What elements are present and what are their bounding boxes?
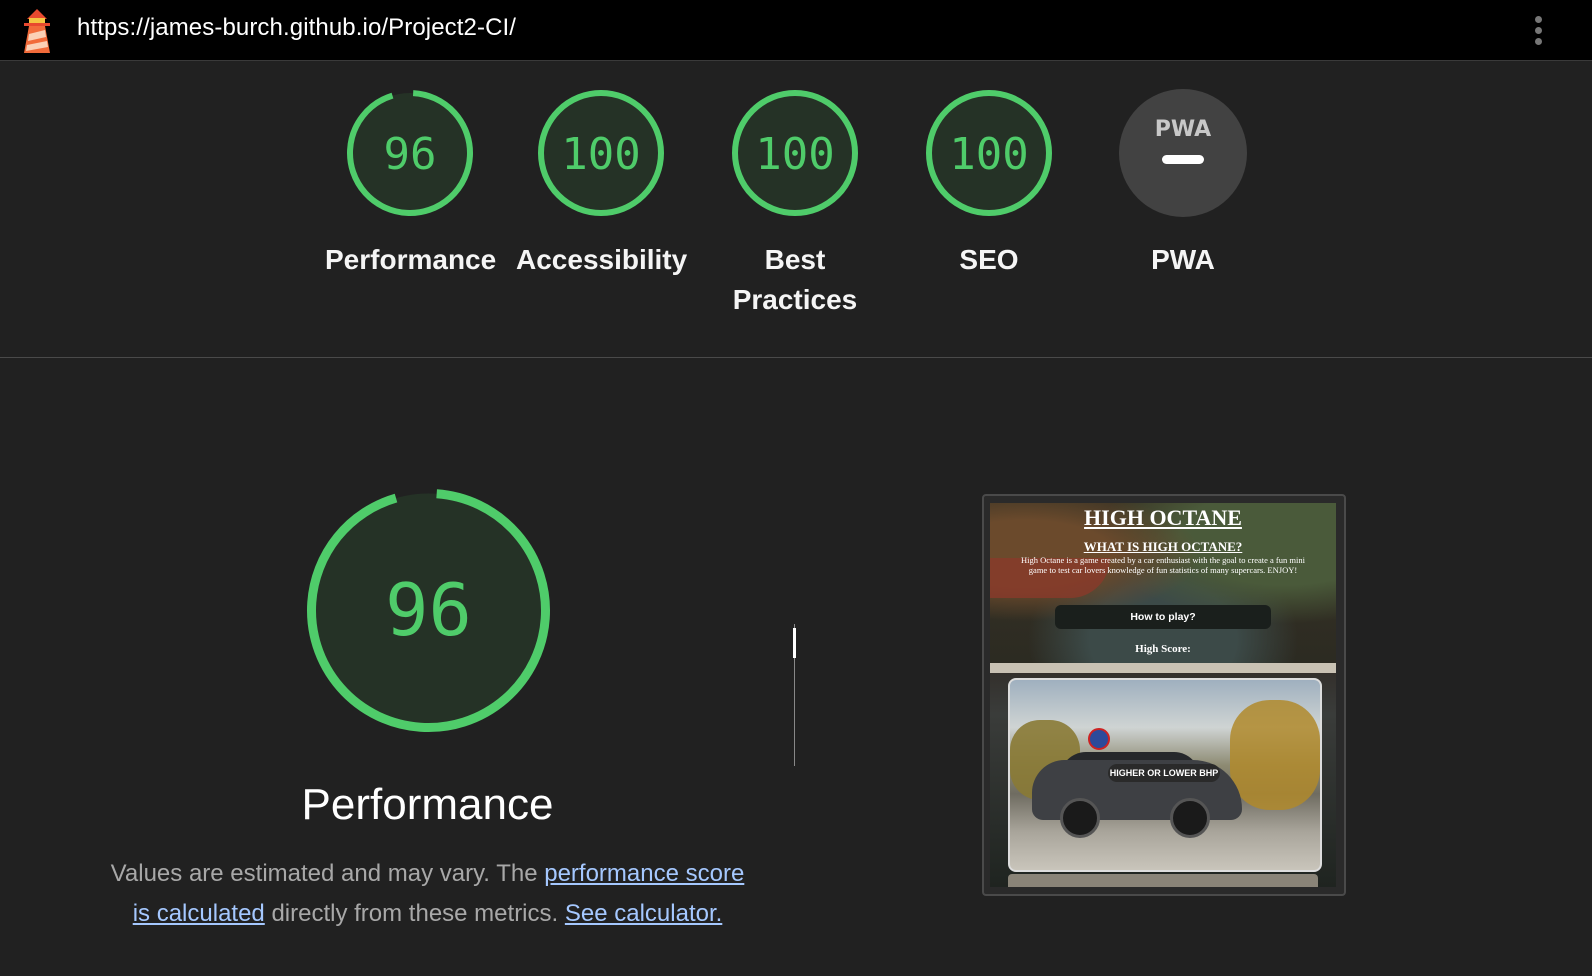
screenshot-how-to-play-button: How to play? bbox=[1055, 605, 1271, 629]
gauge-label: Accessibility bbox=[516, 244, 688, 275]
description-text: Values are estimated and may vary. The bbox=[110, 860, 545, 887]
screenshot-car-image: HIGHER OR LOWER BHP bbox=[1008, 678, 1322, 872]
screenshot-bottom-card bbox=[1008, 874, 1318, 887]
screenshot-game-button: HIGHER OR LOWER BHP bbox=[1108, 764, 1220, 782]
gauge-label: Performance bbox=[325, 244, 497, 275]
page-url: https://james-burch.github.io/Project2-C… bbox=[77, 14, 517, 41]
gauge-label-line: Best bbox=[764, 244, 826, 275]
gauge-label: Best Practices bbox=[710, 240, 880, 320]
gauge-score: 96 bbox=[384, 129, 437, 180]
screenshot-subtitle: WHAT IS HIGH OCTANE? bbox=[1083, 539, 1243, 554]
gauge-accessibility[interactable]: 100 Accessibility bbox=[516, 88, 688, 280]
performance-description: Values are estimated and may vary. The p… bbox=[100, 854, 755, 934]
screenshot-wheel bbox=[1170, 798, 1210, 838]
category-gauges: 96 Performance 100 Accessibility 100 Bes… bbox=[0, 62, 1592, 358]
gauge-score: 100 bbox=[949, 129, 1028, 180]
best-practices-gauge-ring: 100 bbox=[732, 90, 858, 216]
performance-score: 96 bbox=[385, 568, 472, 652]
gauge-pwa[interactable]: PWA PWA bbox=[1098, 88, 1268, 280]
gauge-label: PWA bbox=[1151, 244, 1215, 275]
pwa-badge-icon: PWA bbox=[1119, 89, 1247, 217]
gauge-best-practices[interactable]: 100 Best Practices bbox=[710, 88, 880, 320]
screenshot-bush bbox=[1230, 700, 1320, 810]
gauge-label: SEO bbox=[959, 244, 1019, 275]
gauge-score: 100 bbox=[755, 129, 834, 180]
screenshot-high-score: High Score: bbox=[1135, 643, 1191, 655]
gauge-label-line: Practices bbox=[732, 284, 858, 315]
text-cursor bbox=[793, 628, 796, 658]
gauge-performance[interactable]: 96 Performance bbox=[325, 88, 497, 280]
gauge-seo[interactable]: 100 SEO bbox=[904, 88, 1074, 280]
top-bar: https://james-burch.github.io/Project2-C… bbox=[0, 0, 1592, 61]
screenshot-wheel bbox=[1060, 798, 1100, 838]
gauge-score: 100 bbox=[561, 129, 640, 180]
pwa-badge-text: PWA bbox=[1155, 117, 1211, 142]
screenshot-body: High Octane is a game created by a car e… bbox=[1021, 555, 1305, 575]
seo-gauge-ring: 100 bbox=[926, 90, 1052, 216]
screenshot-sign bbox=[1088, 728, 1110, 750]
accessibility-gauge-ring: 100 bbox=[538, 90, 664, 216]
final-screenshot[interactable]: HIGH OCTANE WHAT IS HIGH OCTANE? High Oc… bbox=[990, 503, 1336, 887]
lighthouse-icon bbox=[24, 9, 50, 53]
performance-score-gauge: 96 bbox=[307, 489, 550, 732]
performance-gauge-ring: 96 bbox=[347, 90, 473, 216]
description-text: directly from these metrics. bbox=[264, 900, 565, 927]
see-calculator-link[interactable]: See calculator. bbox=[565, 900, 722, 927]
performance-title: Performance bbox=[301, 780, 554, 829]
kebab-menu-icon[interactable] bbox=[1530, 13, 1546, 49]
screenshot-title: HIGH OCTANE bbox=[1084, 505, 1242, 530]
screenshot-strip bbox=[990, 663, 1336, 673]
